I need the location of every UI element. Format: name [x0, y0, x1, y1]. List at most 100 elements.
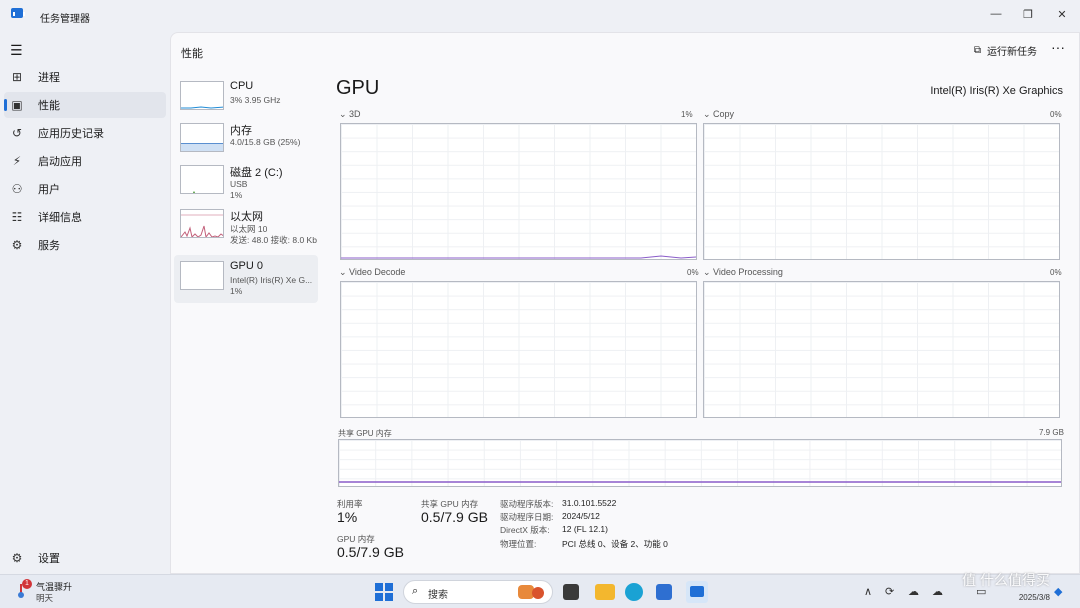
info-value: 12 (FL 12.1) [562, 524, 608, 534]
sidebar-item-app-history[interactable]: ↺ 应用历史记录 [4, 120, 166, 146]
sidebar-item-users[interactable]: ⚇ 用户 [4, 176, 166, 202]
run-task-label: 运行新任务 [987, 47, 1037, 58]
close-button[interactable]: ✕ [1048, 4, 1076, 24]
minimize-button[interactable]: — [982, 4, 1010, 24]
engine-graph-video-decode [340, 281, 697, 418]
run-new-task-button[interactable]: ⧉ 运行新任务 [974, 43, 1037, 58]
sidebar-item-label: 启动应用 [38, 156, 82, 168]
resource-detail: 3% 3.95 GHz [230, 95, 281, 105]
resource-name: 磁盘 2 (C:) [230, 167, 283, 179]
resource-item-gpu[interactable]: GPU 0 Intel(R) Iris(R) Xe G... 1% [174, 255, 318, 303]
sidebar-item-services[interactable]: ⚙ 服务 [4, 232, 166, 258]
disk-thumbnail [180, 165, 224, 194]
resource-item-ethernet[interactable]: 以太网 以太网 10 发送: 48.0 接收: 8.0 Kb [174, 203, 318, 251]
maximize-button[interactable]: ❐ [1014, 4, 1042, 24]
users-icon: ⚇ [11, 182, 23, 196]
services-icon: ⚙ [11, 238, 23, 252]
sidebar-item-settings[interactable]: ⚙ 设置 [4, 545, 166, 571]
more-options-button[interactable]: ··· [1051, 39, 1065, 55]
edge-browser-icon[interactable] [625, 583, 643, 601]
sidebar-item-label: 用户 [38, 184, 60, 196]
gpu-thumbnail [180, 261, 224, 290]
sidebar: ☰ ⊞ 进程 ▣ 性能 ↺ 应用历史记录 ⚡ 启动应用 ⚇ 用户 ☷ 详细信息 … [0, 32, 170, 574]
sync-icon[interactable]: ⟳ [885, 585, 894, 598]
page-title: 性能 [181, 48, 203, 60]
engine-selector-video-processing[interactable]: ⌄ Video Processing [703, 267, 783, 278]
info-label: 物理位置: [500, 539, 537, 549]
engine-percent: 0% [1050, 110, 1062, 119]
sidebar-item-performance[interactable]: ▣ 性能 [4, 92, 166, 118]
notification-badge: 1 [22, 579, 32, 589]
memory-thumbnail [180, 123, 224, 152]
task-manager-taskbar-icon[interactable] [686, 581, 708, 603]
resource-name: 以太网 [230, 211, 263, 223]
main-panel: 性能 ⧉ 运行新任务 ··· CPU 3% 3.95 GHz 内存 4.0/15… [170, 32, 1080, 574]
sidebar-item-startup[interactable]: ⚡ 启动应用 [4, 148, 166, 174]
resource-item-disk[interactable]: 磁盘 2 (C:) USB 1% [174, 159, 318, 207]
file-explorer-icon[interactable] [595, 584, 615, 600]
resource-detail: 1% [230, 190, 243, 200]
taskbar-search-input[interactable]: ⌕ 搜索 [403, 580, 553, 604]
shared-memory-graph-max: 7.9 GB [1039, 428, 1064, 437]
resource-item-memory[interactable]: 内存 4.0/15.8 GB (25%) [174, 117, 318, 165]
sidebar-item-label: 应用历史记录 [38, 128, 104, 140]
page-header: 性能 ⧉ 运行新任务 ··· [171, 33, 1080, 69]
engine-selector-3d[interactable]: ⌄ 3D [339, 109, 361, 120]
sidebar-item-details[interactable]: ☷ 详细信息 [4, 204, 166, 230]
engine-percent: 0% [1050, 268, 1062, 277]
engine-percent: 0% [687, 268, 699, 277]
engine-graph-video-processing [703, 281, 1060, 418]
resource-detail: Intel(R) Iris(R) Xe G... [230, 275, 313, 285]
resource-detail: 1% [230, 286, 243, 296]
resource-detail: 发送: 48.0 接收: 8.0 Kb [230, 235, 317, 245]
taskbar: 1 气温骤升 明天 ⌕ 搜索 ∧ ⟳ ☁ ☁ ▭ ◆ 2025/3/8 [0, 574, 1080, 608]
sidebar-item-processes[interactable]: ⊞ 进程 [4, 64, 166, 90]
performance-icon: ▣ [11, 98, 23, 112]
processes-icon: ⊞ [11, 70, 23, 84]
engine-selector-copy[interactable]: ⌄ Copy [703, 109, 734, 120]
shared-memory-value: 0.5/7.9 GB [421, 509, 488, 525]
info-value: 31.0.101.5522 [562, 498, 617, 508]
clock-date[interactable]: 2025/3/8 [1019, 593, 1050, 602]
cpu-thumbnail [180, 81, 224, 110]
engine-selector-video-decode[interactable]: ⌄ Video Decode [339, 267, 405, 278]
search-highlight-icon [532, 587, 544, 599]
sidebar-item-label: 设置 [38, 553, 60, 565]
engine-graph-3d [340, 123, 697, 260]
info-label: DirectX 版本: [500, 525, 550, 535]
notification-icon[interactable]: ◆ [1054, 585, 1062, 598]
weather-subtext: 明天 [36, 593, 54, 603]
details-icon: ☷ [11, 210, 23, 224]
task-manager-icon [11, 8, 25, 18]
cloud-icon[interactable]: ☁ [932, 585, 943, 598]
run-task-icon: ⧉ [973, 45, 981, 56]
sidebar-item-label: 服务 [38, 240, 60, 252]
info-label: 驱动程序版本: [500, 499, 554, 509]
network-icon[interactable]: ☁ [908, 585, 919, 598]
hamburger-icon[interactable]: ☰ [10, 42, 23, 59]
watermark: 值 什么值得买 [962, 572, 1050, 588]
sidebar-item-label: 详细信息 [38, 212, 82, 224]
resource-name: CPU [230, 80, 254, 92]
resource-item-cpu[interactable]: CPU 3% 3.95 GHz [174, 75, 318, 123]
title-bar: 任务管理器 — ❐ ✕ [0, 0, 1080, 32]
gpu-model-name: Intel(R) Iris(R) Xe Graphics [930, 85, 1063, 97]
resource-detail: 4.0/15.8 GB (25%) [230, 137, 301, 147]
history-icon: ↺ [11, 126, 23, 140]
shared-memory-graph [338, 439, 1062, 487]
sidebar-item-label: 进程 [38, 72, 60, 84]
gpu-heading: GPU [336, 77, 380, 99]
startup-icon: ⚡ [12, 154, 22, 168]
show-hidden-icons[interactable]: ∧ [864, 585, 872, 598]
task-view-icon[interactable] [563, 584, 579, 600]
info-value: 2024/5/12 [562, 511, 600, 521]
store-icon[interactable] [656, 584, 672, 600]
shared-memory-graph-label: 共享 GPU 内存 [338, 429, 392, 438]
utilization-value: 1% [337, 509, 358, 525]
info-label: 驱动程序日期: [500, 512, 554, 522]
sidebar-item-label: 性能 [38, 100, 60, 112]
resource-name: GPU 0 [230, 260, 264, 272]
start-icon[interactable] [374, 582, 394, 602]
info-value: PCI 总线 0、设备 2、功能 0 [562, 539, 668, 549]
engine-graph-copy [703, 123, 1060, 260]
